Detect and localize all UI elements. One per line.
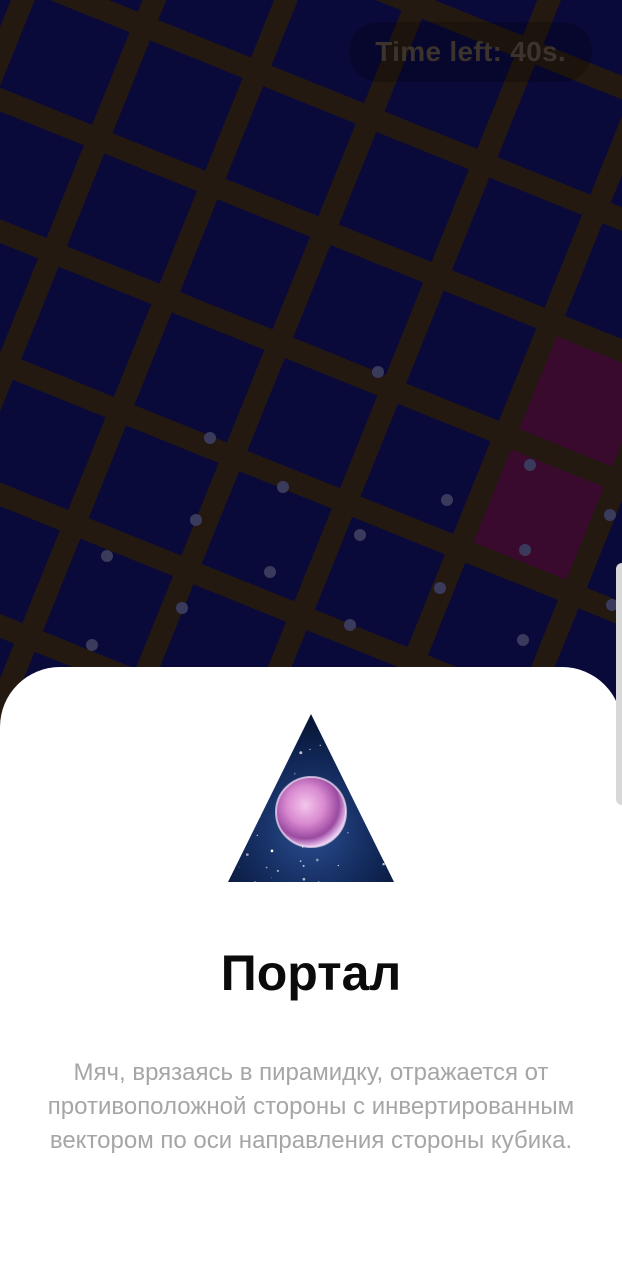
star xyxy=(309,748,311,751)
star xyxy=(293,772,296,775)
star xyxy=(377,822,379,824)
star xyxy=(254,746,256,748)
ball-dot xyxy=(86,639,98,651)
star xyxy=(387,787,390,789)
star xyxy=(238,866,240,868)
powerup-title: Портал xyxy=(220,945,402,1001)
star xyxy=(254,881,256,882)
star xyxy=(257,784,259,786)
star xyxy=(366,766,368,769)
star xyxy=(299,860,302,862)
star xyxy=(233,793,236,796)
star xyxy=(254,747,258,751)
star xyxy=(270,849,274,853)
portal-pyramid-icon xyxy=(228,714,394,882)
star xyxy=(248,772,250,775)
star xyxy=(315,858,319,862)
game-board: Time left: 40s. xyxy=(0,0,622,720)
ball-dot xyxy=(519,544,531,556)
star xyxy=(245,803,248,807)
star xyxy=(299,751,303,755)
star xyxy=(317,881,320,882)
star xyxy=(339,763,342,766)
star xyxy=(388,814,390,816)
star xyxy=(236,791,238,794)
ball-dot xyxy=(372,366,384,378)
star xyxy=(259,816,261,818)
sheet-edge-handle[interactable] xyxy=(616,563,622,805)
ball-dot xyxy=(190,514,202,526)
star xyxy=(331,753,333,756)
star xyxy=(269,774,273,777)
star xyxy=(232,799,236,802)
ball-dot xyxy=(434,582,446,594)
board-grid xyxy=(0,0,622,720)
star xyxy=(256,834,258,837)
star xyxy=(359,760,361,762)
star xyxy=(337,864,339,867)
star xyxy=(228,762,232,766)
ball-dot xyxy=(604,509,616,521)
star xyxy=(319,744,322,747)
star xyxy=(302,864,305,867)
star xyxy=(270,877,272,879)
ball-dot xyxy=(176,602,188,614)
star xyxy=(281,745,283,747)
star xyxy=(382,862,385,866)
ball-dot xyxy=(524,459,536,471)
ball-dot xyxy=(101,550,113,562)
ball-dot xyxy=(277,481,289,493)
star xyxy=(336,762,340,766)
star xyxy=(347,832,349,834)
star xyxy=(245,853,249,856)
powerup-description: Мяч, врязаясь в пирамидку, отражается от… xyxy=(47,1059,575,1154)
ball-dot xyxy=(354,529,366,541)
star xyxy=(265,866,268,869)
star xyxy=(302,877,306,881)
ball-dot xyxy=(441,494,453,506)
star xyxy=(276,869,279,872)
star xyxy=(261,796,264,800)
ball-dot xyxy=(264,566,276,578)
star xyxy=(336,751,339,754)
ball-dot xyxy=(517,634,529,646)
ball-dot xyxy=(204,432,216,444)
time-left-label: Time left: 40s. xyxy=(349,22,592,82)
ball-dot xyxy=(344,619,356,631)
